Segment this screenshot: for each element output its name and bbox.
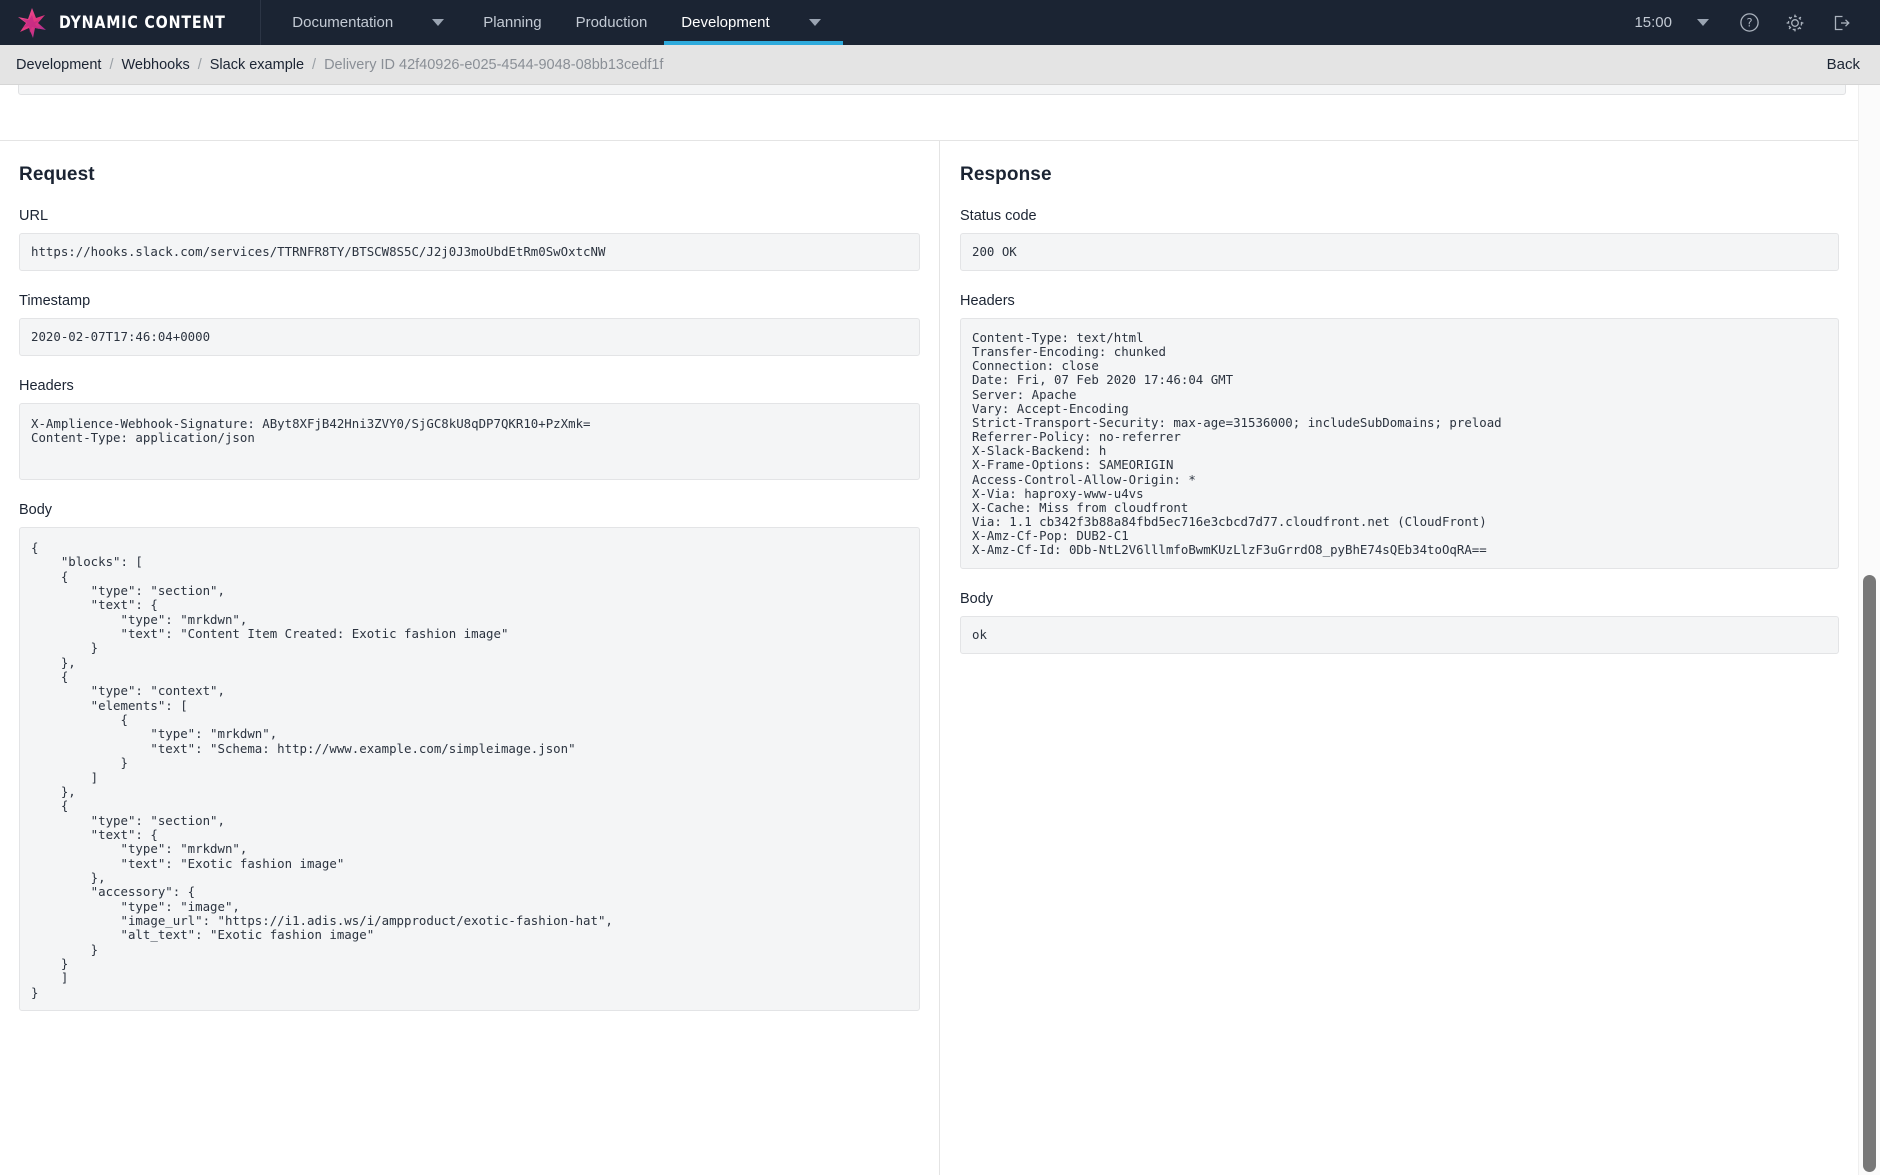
request-title: Request bbox=[19, 164, 95, 185]
scrolled-offscreen-field bbox=[18, 85, 1846, 95]
request-timestamp-label: Timestamp bbox=[19, 293, 91, 309]
breadcrumb-separator: / bbox=[312, 56, 317, 73]
nav-caret-documentation[interactable] bbox=[410, 0, 466, 45]
request-url-value[interactable]: https://hooks.slack.com/services/TTRNFR8… bbox=[19, 233, 920, 271]
vertical-scrollbar-thumb[interactable] bbox=[1863, 575, 1876, 1172]
response-body-label: Body bbox=[960, 590, 994, 607]
breadcrumb-separator: / bbox=[109, 56, 114, 73]
chevron-down-icon bbox=[432, 19, 445, 26]
chevron-down-icon bbox=[1697, 19, 1709, 26]
back-button[interactable]: Back bbox=[1827, 56, 1860, 73]
nav-caret-development[interactable] bbox=[787, 0, 843, 45]
request-body-value[interactable]: { "blocks": [ { "type": "section", "text… bbox=[19, 527, 920, 1011]
sign-out-icon bbox=[1834, 15, 1850, 30]
response-status-label: Status code bbox=[960, 208, 1037, 224]
question-circle-icon: ? bbox=[1739, 13, 1759, 32]
request-response-columns: Request URL https://hooks.slack.com/serv… bbox=[0, 141, 1858, 1175]
breadcrumb: Development / Webhooks / Slack example /… bbox=[16, 57, 663, 73]
response-title: Response bbox=[960, 164, 1052, 185]
chevron-down-icon bbox=[808, 19, 821, 26]
request-timestamp-value[interactable]: 2020-02-07T17:46:04+0000 bbox=[19, 318, 920, 356]
request-panel: Request URL https://hooks.slack.com/serv… bbox=[0, 141, 940, 1175]
sign-out-button[interactable] bbox=[1820, 0, 1862, 45]
topbar-right-controls: 15:00 ? bbox=[1624, 0, 1880, 45]
nav-item-production[interactable]: Production bbox=[559, 0, 665, 45]
breadcrumb-item-slack-example[interactable]: Slack example bbox=[210, 57, 304, 73]
clock-dropdown-button[interactable] bbox=[1682, 0, 1724, 45]
nav-item-development[interactable]: Development bbox=[664, 0, 788, 45]
breadcrumb-item-delivery-id: Delivery ID 42f40926-e025-4544-9048-08bb… bbox=[324, 56, 664, 73]
breadcrumb-item-webhooks[interactable]: Webhooks bbox=[121, 57, 189, 73]
request-body-label: Body bbox=[19, 502, 53, 518]
svg-text:?: ? bbox=[1746, 16, 1752, 30]
response-headers-value[interactable]: Content-Type: text/html Transfer-Encodin… bbox=[960, 318, 1839, 569]
nav-item-documentation[interactable]: Documentation bbox=[275, 0, 410, 45]
delivery-detail-page: Request URL https://hooks.slack.com/serv… bbox=[0, 85, 1880, 1175]
nav-group-planning: Planning bbox=[466, 0, 558, 45]
clock-label: 15:00 bbox=[1634, 14, 1672, 31]
response-panel: Response Status code 200 OK Headers Cont… bbox=[940, 141, 1858, 1175]
nav-group-documentation: Documentation bbox=[275, 0, 466, 45]
brand-name: DYNAMIC CONTENT bbox=[59, 12, 226, 33]
response-headers-label: Headers bbox=[960, 293, 1015, 309]
request-headers-value[interactable]: X-Amplience-Webhook-Signature: AByt8XFjB… bbox=[19, 403, 920, 480]
main-nav: Documentation Planning Production Develo… bbox=[275, 0, 844, 45]
nav-item-planning[interactable]: Planning bbox=[466, 0, 558, 45]
brand-home-link[interactable]: DYNAMIC CONTENT bbox=[0, 0, 262, 45]
settings-button[interactable] bbox=[1774, 0, 1816, 45]
breadcrumb-bar: Development / Webhooks / Slack example /… bbox=[0, 45, 1880, 85]
nav-group-production: Production bbox=[559, 0, 665, 45]
breadcrumb-item-development[interactable]: Development bbox=[16, 57, 101, 73]
vertical-scrollbar-track[interactable] bbox=[1858, 85, 1880, 1175]
request-headers-label: Headers bbox=[19, 378, 74, 394]
top-navigation-bar: DYNAMIC CONTENT Documentation Planning P… bbox=[0, 0, 1880, 45]
request-url-label: URL bbox=[19, 208, 49, 224]
response-body-value[interactable]: ok bbox=[960, 615, 1839, 654]
nav-group-development: Development bbox=[664, 0, 844, 45]
gear-icon bbox=[1786, 14, 1804, 31]
breadcrumb-separator: / bbox=[197, 56, 202, 73]
help-button[interactable]: ? bbox=[1728, 0, 1770, 45]
amplience-star-logo-icon bbox=[18, 7, 46, 38]
response-status-value[interactable]: 200 OK bbox=[960, 233, 1839, 271]
